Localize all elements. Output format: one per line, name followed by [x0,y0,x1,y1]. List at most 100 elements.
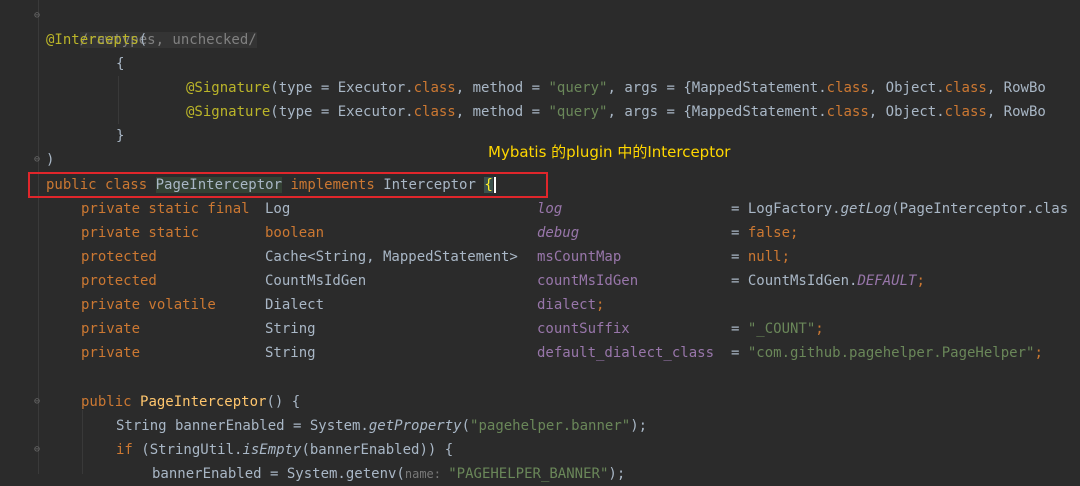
code-text: , Object. [868,80,945,96]
field-modifiers: private static [81,225,200,241]
string-literal: "query" [548,104,608,120]
field-initializer: = CountMsIdGen.DEFAULT; [731,269,925,293]
fold-icon[interactable]: ⊖ [31,10,43,22]
code-text: ); [630,418,648,434]
keyword: class [944,80,987,96]
string-literal: "PAGEHELPER_BANNER" [448,466,609,482]
method-call: getLog [840,201,892,217]
code-text: (type = Executor. [270,104,414,120]
field-name-group: dialect; [537,293,604,317]
field-name: debug [537,225,580,241]
code-text: String bannerEnabled = System. [116,418,369,434]
keyword: class [413,80,456,96]
indent-guide [118,76,119,124]
code-line: if (StringUtil.isEmpty(bannerEnabled)) { [116,438,453,462]
field-type: String [265,321,316,337]
field-line: private String default_dialect_class = "com… [0,341,1080,365]
keyword: if [116,442,133,458]
code-text: , args = {MappedStatement. [607,104,827,120]
code-text: (PageInterceptor.clas [891,201,1069,217]
field-modifiers: private static final [81,201,250,217]
overlay-caption: Mybatis 的plugin 中的Interceptor [488,143,731,161]
code-text: (StringUtil. [132,442,243,458]
paren-open: ( [138,32,148,48]
code-text: , RowBo [986,80,1046,96]
code-text: (bannerEnabled)) { [301,442,454,458]
keyword: class [413,104,456,120]
constructor-line: public PageInterceptor() { [81,390,300,414]
paren-close: ) [46,152,55,168]
brace-close: } [116,128,125,144]
field-value: false [747,225,791,241]
field-initializer: = LogFactory.getLog(PageInterceptor.clas [731,197,1068,221]
field-initializer: = null; [731,245,790,269]
highlight-box [28,172,548,198]
annotation-intercepts: @Intercepts [46,32,139,48]
semicolon: ; [815,321,824,337]
field-initializer: = "_COUNT"; [731,317,824,341]
assignment: = [731,345,748,361]
code-line: @Signature(type = Executor.class, method… [186,100,1046,124]
semicolon: ; [781,249,791,265]
keyword: public [81,394,132,410]
code-line: bannerEnabled = System.getenv(name: "PAG… [152,462,625,486]
field-initializer: = false; [731,221,798,245]
code-text: (type = Executor. [270,80,414,96]
method-call: isEmpty [242,442,302,458]
field-modifiers: private volatile [81,297,216,313]
field-modifiers: protected [81,273,157,289]
assignment: = [731,321,748,337]
string-literal: "pagehelper.banner" [470,418,631,434]
field-type: Log [265,201,291,217]
keyword: class [826,104,869,120]
parameter-hint: name: [404,467,449,481]
field-modifiers: protected [81,249,157,265]
field-line: private volatile Dialect dialect; [0,293,1080,317]
code-text: bannerEnabled = System.getenv( [152,466,405,482]
field-name: countSuffix [537,321,630,337]
code-text: , method = [455,80,549,96]
method-call: getProperty [368,418,462,434]
constructor-name[interactable]: PageInterceptor [140,394,266,410]
code-text: ); [608,466,626,482]
fold-icon[interactable]: ⊖ [31,396,43,408]
field-name: default_dialect_class [537,345,715,361]
field-modifiers: private [81,321,141,337]
field-name: msCountMap [537,249,622,265]
code-text: , method = [455,104,549,120]
code-text: , args = {MappedStatement. [607,80,827,96]
code-line: String bannerEnabled = System.getPropert… [116,414,647,438]
semicolon: ; [596,297,605,313]
field-type: Cache<String, MappedStatement> [265,249,518,265]
field-initializer: = "com.github.pagehelper.PageHelper"; [731,341,1043,365]
annotation-signature: @Signature [186,104,271,120]
fold-icon[interactable]: ⊖ [31,444,43,456]
field-name: dialect [537,297,597,313]
brace-open: { [116,56,125,72]
code-text: ( [461,418,471,434]
assignment: = LogFactory. [731,201,841,217]
string-literal: "query" [548,80,608,96]
semicolon: ; [1034,345,1043,361]
semicolon: ; [916,273,925,289]
field-value: DEFAULT [857,273,917,289]
code-line: @Intercepts( [46,28,147,52]
field-modifiers: private [81,345,141,361]
code-line: } [116,124,124,148]
code-line: /rawtypes, unchecked/ [46,4,257,48]
assignment: = [731,225,748,241]
assignment: = CountMsIdGen. [731,273,858,289]
code-editor[interactable]: ⊖ ⊖ ⊖ ⊖ /rawtypes, unchecked/ @Intercept… [0,0,1080,482]
field-type: boolean [265,225,325,241]
field-line: private static final Log log = LogFactory.g… [0,197,1080,221]
code-text: () { [266,394,301,410]
field-line: protected CountMsIdGen countMsIdGen = Count… [0,269,1080,293]
field-type: CountMsIdGen [265,273,367,289]
assignment: = [731,249,748,265]
field-type: Dialect [265,297,325,313]
field-line: private static boolean debug = false; [0,221,1080,245]
fold-icon[interactable]: ⊖ [31,154,43,166]
semicolon: ; [790,225,799,241]
field-type: String [265,345,316,361]
annotation-signature: @Signature [186,80,271,96]
